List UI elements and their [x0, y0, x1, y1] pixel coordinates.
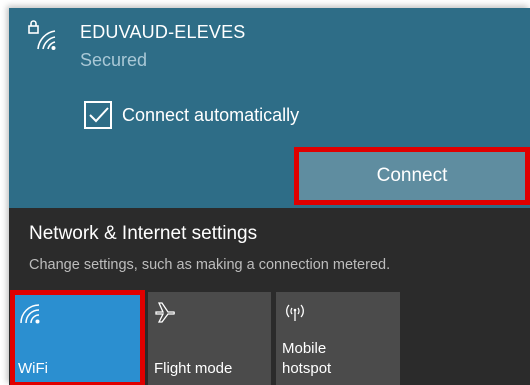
mobile-hotspot-label-line2: hotspot: [282, 360, 332, 377]
network-security-status: Secured: [80, 50, 148, 70]
flight-mode-label: Flight mode: [154, 360, 233, 377]
connect-automatically-checkbox[interactable]: [84, 101, 112, 129]
connect-automatically-label[interactable]: Connect automatically: [122, 105, 299, 126]
mobile-hotspot-label-line1: Mobile: [282, 340, 327, 357]
network-settings-link[interactable]: Network & Internet settings: [29, 223, 257, 245]
hotspot-icon: [282, 302, 308, 327]
network-flyout: EDUVAUD-ELEVES Secured Connect automatic…: [9, 8, 530, 385]
wifi-toggle-tile[interactable]: WiFi: [10, 290, 145, 385]
network-ssid: EDUVAUD-ELEVES: [80, 22, 246, 42]
flight-mode-tile[interactable]: Flight mode: [148, 292, 271, 385]
mobile-hotspot-tile[interactable]: Mobile hotspot: [276, 292, 400, 385]
wifi-icon: [18, 302, 40, 329]
wifi-tile-label: WiFi: [18, 360, 48, 377]
network-item-expanded[interactable]: EDUVAUD-ELEVES Secured Connect automatic…: [9, 8, 530, 208]
mobile-hotspot-label: Mobile hotspot: [282, 339, 331, 379]
wifi-secured-icon: [28, 19, 56, 51]
connect-button[interactable]: Connect: [294, 147, 530, 205]
checkmark-icon: [89, 107, 109, 123]
airplane-icon: [154, 302, 178, 329]
network-settings-description: Change settings, such as making a connec…: [29, 257, 391, 273]
